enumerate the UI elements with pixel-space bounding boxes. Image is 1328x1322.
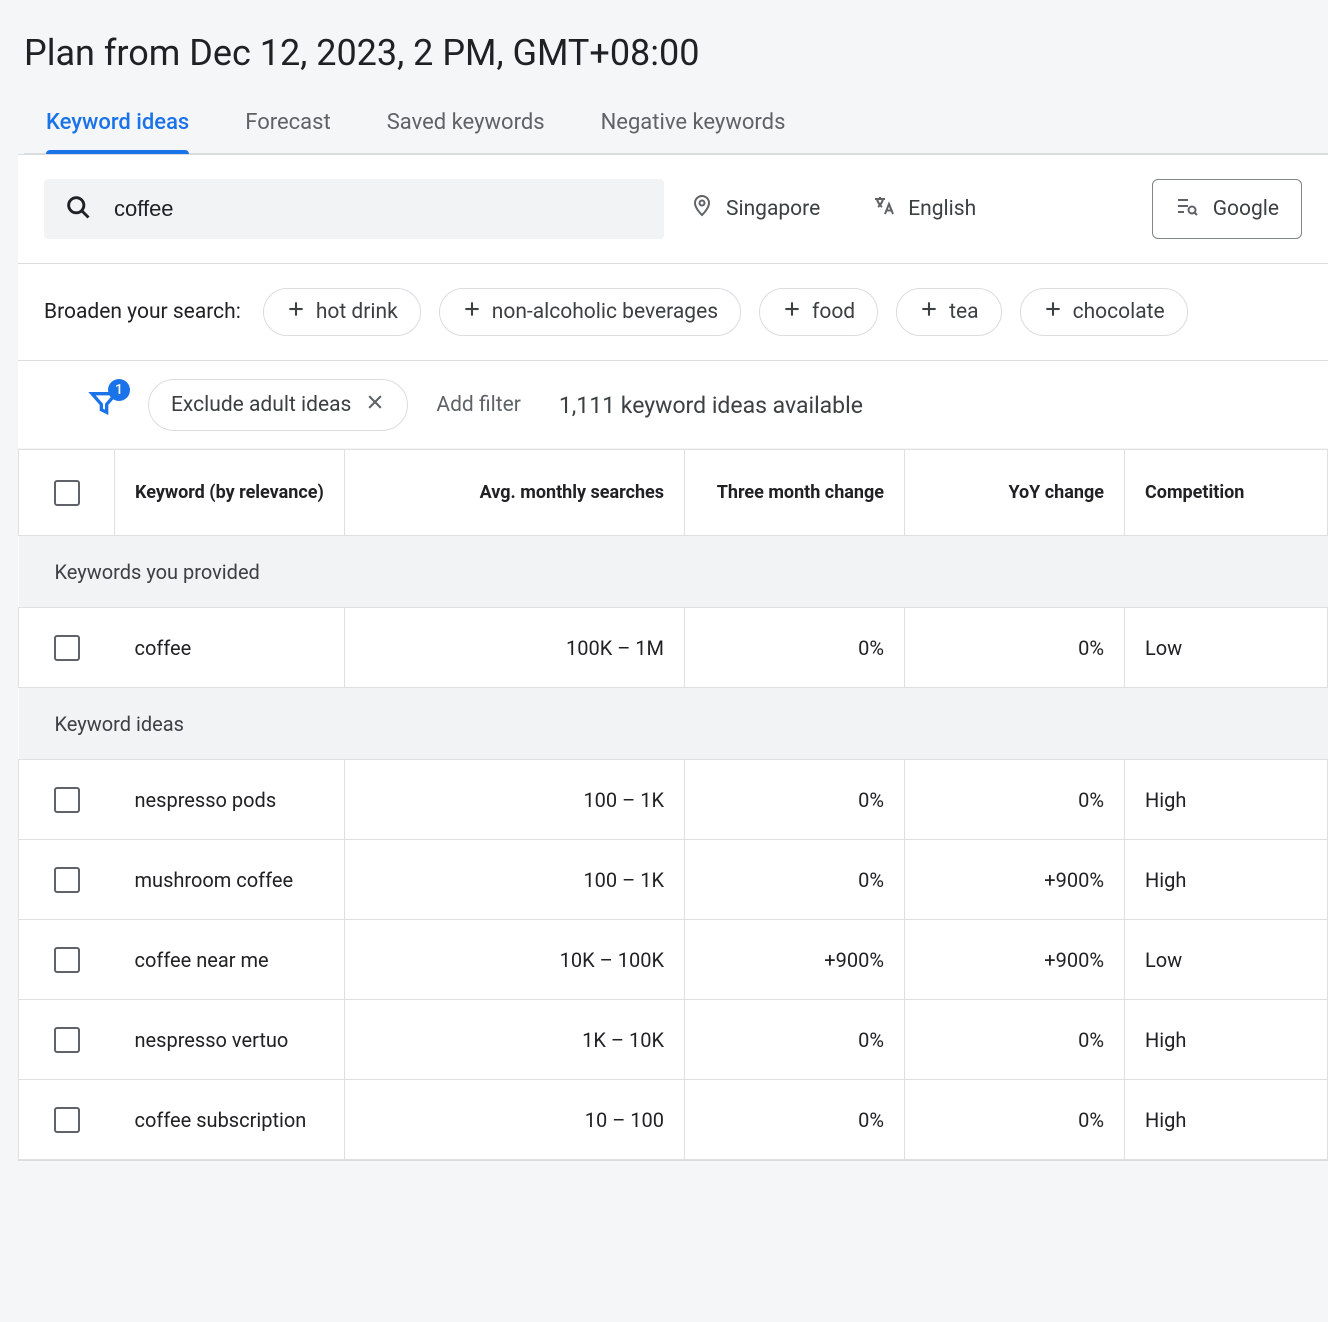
cell-yoy: +900%: [905, 920, 1125, 1000]
cell-keyword: coffee near me: [115, 920, 345, 1000]
cell-three-month: 0%: [685, 840, 905, 920]
filter-row: 1 Exclude adult ideas Add filter 1,111 k…: [18, 360, 1328, 449]
table-row: coffee subscription10 – 1000%0%High: [19, 1080, 1328, 1160]
applied-filter-label: Exclude adult ideas: [171, 393, 351, 417]
select-all-checkbox[interactable]: [54, 480, 80, 506]
cell-competition: High: [1125, 1080, 1328, 1160]
broaden-chip-hot-drink[interactable]: hot drink: [263, 288, 421, 336]
table-row: coffee100K – 1M0%0%Low: [19, 608, 1328, 688]
add-filter-button[interactable]: Add filter: [436, 393, 520, 417]
section-header: Keyword ideas: [19, 688, 1328, 760]
broaden-label: Broaden your search:: [44, 300, 241, 324]
cell-avg: 100K – 1M: [345, 608, 685, 688]
cell-keyword: coffee: [115, 608, 345, 688]
filter-badge: 1: [108, 379, 130, 401]
cell-yoy: 0%: [905, 608, 1125, 688]
select-all-header: [19, 450, 115, 536]
main-panel: Singapore English Google Broaden your se…: [18, 154, 1328, 1161]
column-three-month[interactable]: Three month change: [685, 450, 905, 536]
keyword-table: Keyword (by relevance) Avg. monthly sear…: [18, 449, 1328, 1160]
broaden-chip-chocolate[interactable]: chocolate: [1020, 288, 1188, 336]
language-selector[interactable]: English: [846, 194, 1002, 224]
language-label: English: [908, 197, 976, 221]
broaden-chip-non-alcoholic-beverages[interactable]: non-alcoholic beverages: [439, 288, 741, 336]
row-checkbox[interactable]: [54, 947, 80, 973]
location-icon: [690, 194, 714, 224]
row-checkbox[interactable]: [54, 635, 80, 661]
close-icon[interactable]: [365, 392, 385, 418]
row-checkbox[interactable]: [54, 1027, 80, 1053]
table-row: coffee near me10K – 100K+900%+900%Low: [19, 920, 1328, 1000]
cell-three-month: 0%: [685, 1080, 905, 1160]
plus-icon: [1043, 299, 1063, 325]
cell-keyword: nespresso pods: [115, 760, 345, 840]
cell-keyword: mushroom coffee: [115, 840, 345, 920]
search-icon: [64, 193, 92, 226]
cell-avg: 100 – 1K: [345, 760, 685, 840]
page-title: Plan from Dec 12, 2023, 2 PM, GMT+08:00: [24, 32, 1328, 74]
section-header: Keywords you provided: [19, 536, 1328, 608]
cell-yoy: 0%: [905, 1080, 1125, 1160]
cell-three-month: 0%: [685, 608, 905, 688]
cell-competition: High: [1125, 1000, 1328, 1080]
search-input[interactable]: [112, 195, 644, 223]
network-selector[interactable]: Google: [1152, 179, 1302, 239]
plus-icon: [462, 299, 482, 325]
plus-icon: [782, 299, 802, 325]
cell-yoy: 0%: [905, 760, 1125, 840]
cell-competition: High: [1125, 760, 1328, 840]
row-checkbox[interactable]: [54, 1107, 80, 1133]
search-row: Singapore English Google: [18, 155, 1328, 263]
cell-three-month: 0%: [685, 1000, 905, 1080]
location-selector[interactable]: Singapore: [664, 194, 846, 224]
cell-keyword: coffee subscription: [115, 1080, 345, 1160]
tabs: Keyword ideas Forecast Saved keywords Negat…: [24, 102, 1328, 154]
cell-three-month: 0%: [685, 760, 905, 840]
broaden-chip-food[interactable]: food: [759, 288, 878, 336]
cell-yoy: +900%: [905, 840, 1125, 920]
location-label: Singapore: [726, 197, 820, 221]
network-label: Google: [1213, 197, 1279, 221]
broaden-row: Broaden your search: hot drink non-alcoho…: [18, 263, 1328, 360]
cell-yoy: 0%: [905, 1000, 1125, 1080]
search-box[interactable]: [44, 179, 664, 239]
tab-keyword-ideas[interactable]: Keyword ideas: [46, 102, 189, 153]
table-row: mushroom coffee100 – 1K0%+900%High: [19, 840, 1328, 920]
ideas-count: 1,111 keyword ideas available: [559, 392, 863, 419]
column-keyword[interactable]: Keyword (by relevance): [115, 450, 345, 536]
cell-competition: Low: [1125, 920, 1328, 1000]
column-competition[interactable]: Competition: [1125, 450, 1328, 536]
cell-keyword: nespresso vertuo: [115, 1000, 345, 1080]
tab-forecast[interactable]: Forecast: [245, 102, 330, 153]
cell-avg: 10K – 100K: [345, 920, 685, 1000]
cell-avg: 100 – 1K: [345, 840, 685, 920]
broaden-chip-tea[interactable]: tea: [896, 288, 1001, 336]
row-checkbox[interactable]: [54, 787, 80, 813]
plus-icon: [919, 299, 939, 325]
translate-icon: [872, 194, 896, 224]
column-yoy[interactable]: YoY change: [905, 450, 1125, 536]
cell-competition: Low: [1125, 608, 1328, 688]
column-avg[interactable]: Avg. monthly searches: [345, 450, 685, 536]
applied-filter-chip[interactable]: Exclude adult ideas: [148, 379, 408, 431]
table-row: nespresso pods100 – 1K0%0%High: [19, 760, 1328, 840]
filter-icon-button[interactable]: 1: [88, 387, 120, 424]
cell-avg: 1K – 10K: [345, 1000, 685, 1080]
filter-icon: [88, 404, 120, 424]
cell-three-month: +900%: [685, 920, 905, 1000]
row-checkbox[interactable]: [54, 867, 80, 893]
table-row: nespresso vertuo1K – 10K0%0%High: [19, 1000, 1328, 1080]
tab-negative-keywords[interactable]: Negative keywords: [601, 102, 786, 153]
tab-saved-keywords[interactable]: Saved keywords: [387, 102, 545, 153]
cell-avg: 10 – 100: [345, 1080, 685, 1160]
cell-competition: High: [1125, 840, 1328, 920]
plus-icon: [286, 299, 306, 325]
search-settings-icon: [1175, 194, 1199, 224]
